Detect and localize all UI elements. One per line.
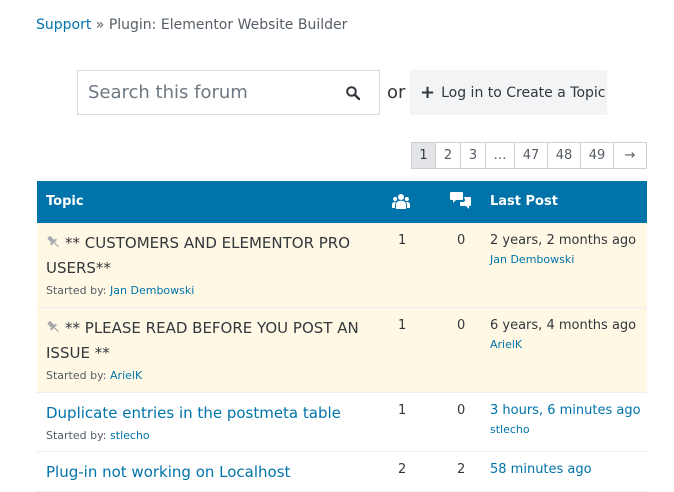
reply-count: 2 xyxy=(457,462,466,477)
topic-title: Plug-in not working on Localhost xyxy=(46,460,364,484)
reply-count: 0 xyxy=(457,318,466,333)
table-row: Plug-in not working on Localhost 2 2 58 min… xyxy=(37,452,647,492)
search-form xyxy=(77,70,380,115)
plus-icon: + xyxy=(420,82,436,103)
last-post-time: 2 years, 2 months ago xyxy=(490,233,637,248)
topic-title-text[interactable]: ** CUSTOMERS AND ELEMENTOR PRO USERS** xyxy=(46,234,350,277)
reply-count: 0 xyxy=(457,233,466,248)
login-create-topic-button[interactable]: + Log in to Create a Topic xyxy=(410,70,607,115)
replies-icon xyxy=(450,191,472,215)
last-post-time: 6 years, 4 months ago xyxy=(490,318,637,333)
started-by-label: Started by: xyxy=(46,369,107,382)
last-post-author[interactable]: Jan Dembowski xyxy=(490,253,636,266)
started-by: Started by: ArielK xyxy=(46,369,142,382)
page-49[interactable]: 49 xyxy=(581,142,614,169)
started-by-label: Started by: xyxy=(46,429,107,442)
breadcrumb-current: Plugin: Elementor Website Builder xyxy=(108,17,348,33)
topic-title-link[interactable]: Duplicate entries in the postmeta table xyxy=(46,404,341,422)
last-post: 3 hours, 6 minutes ago stlecho xyxy=(490,403,641,436)
last-post: 6 years, 4 months ago ArielK xyxy=(490,318,636,351)
page-48[interactable]: 48 xyxy=(548,142,581,169)
page-next[interactable]: → xyxy=(614,142,647,169)
started-by: Started by: Jan Dembowski xyxy=(46,284,194,297)
pin-icon xyxy=(46,232,61,256)
table-row: ** PLEASE READ BEFORE YOU POST AN ISSUE … xyxy=(37,308,647,393)
voice-count: 1 xyxy=(398,403,407,418)
last-post-time-link[interactable]: 3 hours, 6 minutes ago xyxy=(490,403,641,418)
login-button-label: Log in to Create a Topic xyxy=(441,84,606,101)
last-post: 58 minutes ago xyxy=(490,462,592,477)
header-last-post: Last Post xyxy=(490,194,558,209)
started-by-author[interactable]: ArielK xyxy=(110,369,142,382)
topic-title: Duplicate entries in the postmeta table xyxy=(46,401,364,425)
voice-count: 1 xyxy=(398,233,407,248)
reply-count: 0 xyxy=(457,403,466,418)
last-post-author[interactable]: ArielK xyxy=(490,338,636,351)
table-row: Duplicate entries in the postmeta table S… xyxy=(37,393,647,452)
started-by-author[interactable]: Jan Dembowski xyxy=(110,284,194,297)
page-47[interactable]: 47 xyxy=(515,142,548,169)
or-text: or xyxy=(387,82,406,103)
page-ellipsis: … xyxy=(486,142,515,169)
voice-count: 2 xyxy=(398,462,407,477)
search-icon[interactable] xyxy=(345,85,361,101)
started-by: Started by: stlecho xyxy=(46,429,150,442)
page-1: 1 xyxy=(411,142,436,169)
started-by-label: Started by: xyxy=(46,284,107,297)
last-post: 2 years, 2 months ago Jan Dembowski xyxy=(490,233,636,266)
started-by-author[interactable]: stlecho xyxy=(110,429,150,442)
last-post-time-link[interactable]: 58 minutes ago xyxy=(490,462,592,477)
last-post-author[interactable]: stlecho xyxy=(490,423,641,436)
table-header: Topic Last Post xyxy=(37,181,647,223)
page-2[interactable]: 2 xyxy=(436,142,461,169)
breadcrumb: Support » Plugin: Elementor Website Buil… xyxy=(36,17,347,33)
topics-table: Topic Last Post ** CUSTOMERS AND ELEMENT… xyxy=(37,181,647,492)
voices-icon xyxy=(392,193,410,214)
topic-title-text[interactable]: ** PLEASE READ BEFORE YOU POST AN ISSUE … xyxy=(46,319,359,362)
page-3[interactable]: 3 xyxy=(461,142,486,169)
topic-title-link[interactable]: Plug-in not working on Localhost xyxy=(46,463,290,481)
pin-icon xyxy=(46,317,61,341)
search-input[interactable] xyxy=(78,71,328,114)
breadcrumb-support-link[interactable]: Support xyxy=(36,17,91,33)
topic-title: ** PLEASE READ BEFORE YOU POST AN ISSUE … xyxy=(46,316,364,365)
topic-title: ** CUSTOMERS AND ELEMENTOR PRO USERS** xyxy=(46,231,364,280)
table-row: ** CUSTOMERS AND ELEMENTOR PRO USERS** St… xyxy=(37,223,647,308)
voice-count: 1 xyxy=(398,318,407,333)
breadcrumb-separator: » xyxy=(95,17,105,33)
pagination: 1 2 3 … 47 48 49 → xyxy=(411,142,647,169)
header-topic: Topic xyxy=(46,194,84,209)
